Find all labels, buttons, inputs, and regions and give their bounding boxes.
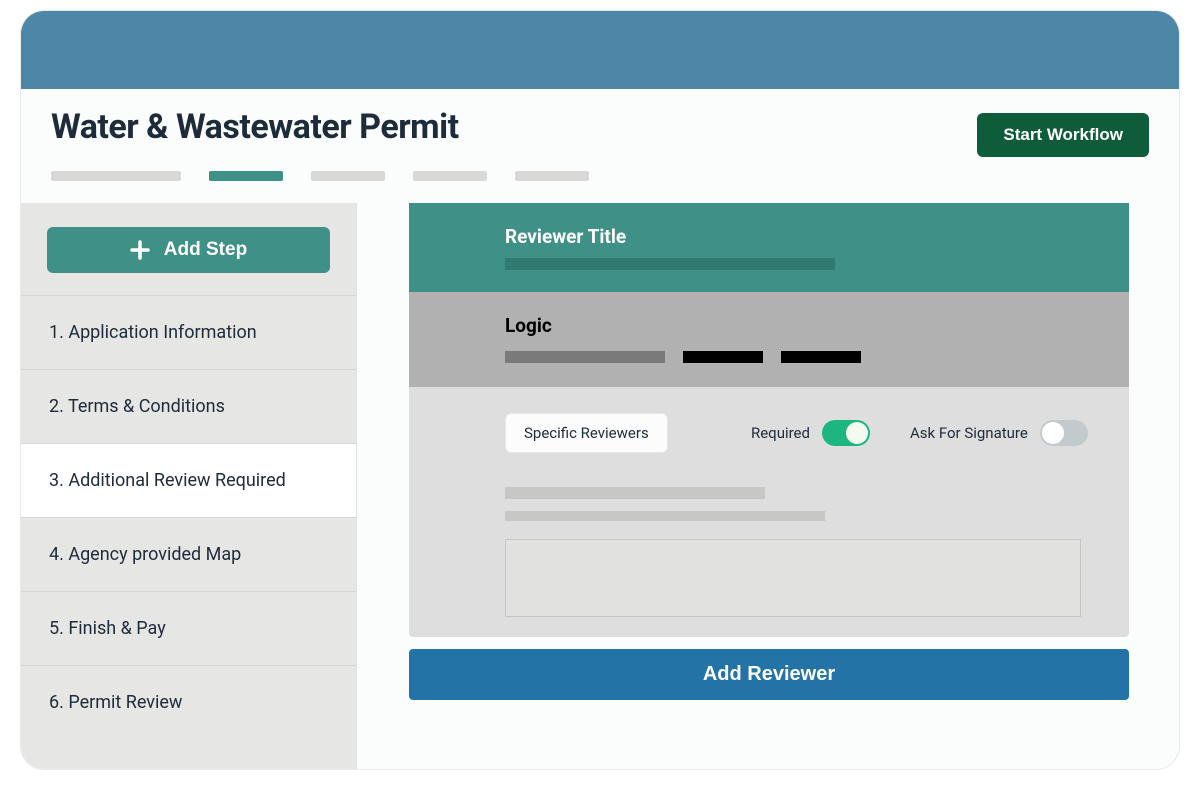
logic-label: Logic bbox=[505, 314, 1129, 337]
signature-toggle[interactable] bbox=[1040, 420, 1088, 446]
logic-operator-placeholder[interactable] bbox=[683, 351, 763, 363]
add-reviewer-button[interactable]: Add Reviewer bbox=[409, 649, 1129, 700]
logic-field-placeholder[interactable] bbox=[505, 351, 665, 363]
required-label: Required bbox=[751, 424, 810, 442]
logic-section: Logic bbox=[409, 292, 1129, 387]
plus-icon bbox=[130, 240, 150, 260]
top-banner bbox=[21, 11, 1179, 89]
signature-toggle-group: Ask For Signature bbox=[910, 420, 1088, 446]
steps-list: 1. Application Information2. Terms & Con… bbox=[21, 295, 356, 739]
logic-value-placeholder[interactable] bbox=[781, 351, 861, 363]
reviewer-title-label: Reviewer Title bbox=[505, 225, 1129, 248]
main-panel-area: Reviewer Title Logic Specific Reviewers bbox=[409, 203, 1179, 770]
progress-segment bbox=[209, 171, 283, 181]
reviewer-title-section: Reviewer Title bbox=[409, 203, 1129, 292]
add-step-button[interactable]: Add Step bbox=[47, 227, 330, 273]
signature-label: Ask For Signature bbox=[910, 424, 1028, 442]
notes-textarea[interactable] bbox=[505, 539, 1081, 617]
progress-segment bbox=[51, 171, 181, 181]
sidebar-step-item[interactable]: 1. Application Information bbox=[21, 295, 356, 369]
specific-reviewers-chip[interactable]: Specific Reviewers bbox=[505, 413, 668, 453]
sidebar-step-item[interactable]: 3. Additional Review Required bbox=[21, 443, 356, 517]
progress-segment bbox=[413, 171, 487, 181]
sidebar-step-item[interactable]: 2. Terms & Conditions bbox=[21, 369, 356, 443]
progress-segment bbox=[311, 171, 385, 181]
sidebar-step-item[interactable]: 6. Permit Review bbox=[21, 665, 356, 739]
placeholder-text-lines bbox=[409, 463, 1129, 521]
header-row: Water & Wastewater Permit Start Workflow bbox=[21, 89, 1179, 157]
reviewer-title-input[interactable] bbox=[505, 258, 835, 270]
placeholder-line bbox=[505, 487, 765, 499]
placeholder-line bbox=[505, 511, 825, 521]
reviewer-panel: Reviewer Title Logic Specific Reviewers bbox=[409, 203, 1129, 637]
progress-indicator bbox=[21, 157, 1179, 203]
steps-sidebar: Add Step 1. Application Information2. Te… bbox=[21, 203, 357, 770]
app-window: Water & Wastewater Permit Start Workflow… bbox=[20, 10, 1180, 770]
options-row: Specific Reviewers Required Ask For Sign… bbox=[409, 387, 1129, 463]
required-toggle-group: Required bbox=[751, 420, 870, 446]
sidebar-step-item[interactable]: 5. Finish & Pay bbox=[21, 591, 356, 665]
progress-segment bbox=[515, 171, 589, 181]
required-toggle[interactable] bbox=[822, 420, 870, 446]
add-step-label: Add Step bbox=[164, 239, 247, 261]
logic-expression-row bbox=[505, 351, 1129, 363]
page-title: Water & Wastewater Permit bbox=[51, 107, 459, 147]
sidebar-step-item[interactable]: 4. Agency provided Map bbox=[21, 517, 356, 591]
start-workflow-button[interactable]: Start Workflow bbox=[977, 113, 1149, 157]
content-columns: Add Step 1. Application Information2. Te… bbox=[21, 203, 1179, 770]
